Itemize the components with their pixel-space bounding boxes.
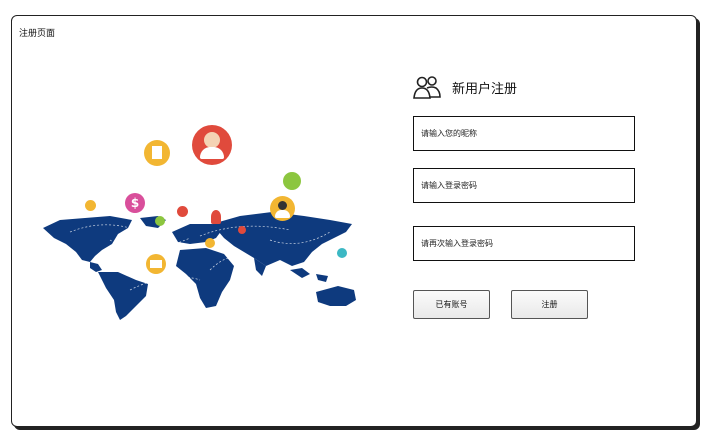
- dollar-bubble-icon: $: [125, 193, 145, 213]
- register-button[interactable]: 注册: [511, 290, 588, 319]
- window-title: 注册页面: [19, 29, 56, 39]
- home-bubble-icon: [205, 238, 215, 248]
- chat-bubble-icon: [85, 200, 96, 211]
- card-bubble-icon: [146, 254, 166, 274]
- mail-bubble-icon: [177, 206, 188, 217]
- register-title: 新用户注册: [452, 81, 518, 97]
- message-bubble-icon: [337, 248, 347, 258]
- confirm-password-input[interactable]: 请再次输入登录密码: [413, 226, 635, 261]
- users-icon: [413, 76, 441, 99]
- nickname-input[interactable]: 请输入您的昵称: [413, 116, 635, 151]
- globe-bubble-icon: [155, 216, 165, 226]
- avatar-bubble-icon: [192, 125, 232, 165]
- person-bubble-icon: [211, 210, 221, 224]
- lightbulb-bubble-icon: [283, 172, 301, 190]
- document-bubble-icon: [144, 140, 170, 166]
- password-input[interactable]: 请输入登录密码: [413, 168, 635, 203]
- pin-bubble-icon: [238, 226, 246, 234]
- register-heading: 新用户注册: [412, 74, 517, 100]
- have-account-button[interactable]: 已有账号: [413, 290, 490, 319]
- user-bubble-icon: [270, 196, 295, 221]
